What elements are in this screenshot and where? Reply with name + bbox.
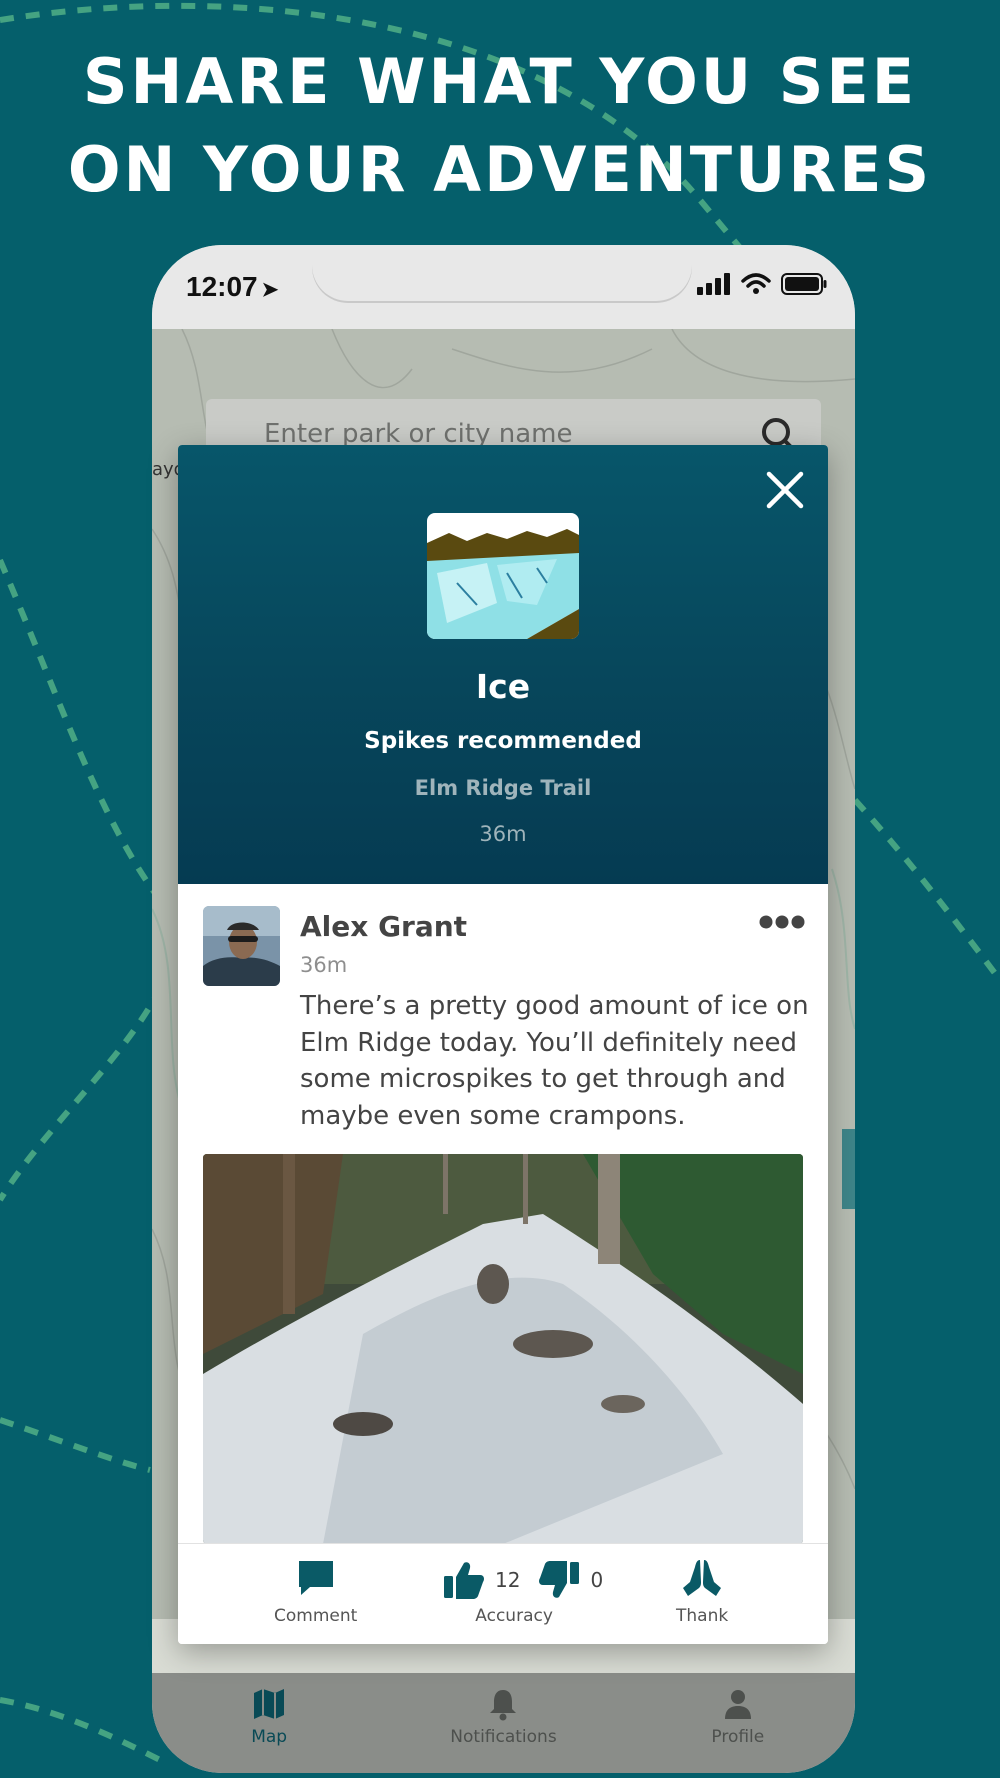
accuracy-label: Accuracy xyxy=(475,1606,553,1626)
thumbs-up-count: 12 xyxy=(495,1568,521,1592)
status-time-text: 12:07 xyxy=(186,271,258,302)
post-time: 36m xyxy=(300,953,348,977)
ice-condition-icon xyxy=(427,513,579,639)
post-action-bar: Comment 12 0 Accuracy Thank xyxy=(178,1543,828,1644)
thumbs-up-icon[interactable] xyxy=(443,1560,485,1600)
phone-notch xyxy=(312,245,692,301)
thumbs-down-count: 0 xyxy=(590,1568,604,1592)
tab-notifications-label: Notifications xyxy=(450,1727,557,1747)
tab-bar: Map Notifications Profile xyxy=(152,1673,855,1773)
accuracy-group: 12 0 Accuracy xyxy=(443,1558,615,1626)
condition-title: Ice xyxy=(475,667,531,706)
headline-line-2: ON YOUR ADVENTURES xyxy=(67,133,933,206)
post-author[interactable]: Alex Grant xyxy=(300,910,467,943)
close-icon xyxy=(766,471,804,509)
person-icon xyxy=(724,1690,751,1719)
thank-button[interactable]: Thank xyxy=(676,1558,728,1626)
thank-label: Thank xyxy=(676,1606,729,1626)
more-options-button[interactable] xyxy=(758,914,806,934)
location-arrow-icon: ➤ xyxy=(261,279,279,301)
close-button[interactable] xyxy=(764,469,806,511)
status-time: 12:07 ➤ xyxy=(186,271,278,303)
modal-header: Ice Spikes recommended Elm Ridge Trail 3… xyxy=(178,445,828,884)
battery-icon xyxy=(781,273,827,295)
comment-button[interactable]: Comment xyxy=(274,1558,357,1626)
headline-line-1: SHARE WHAT YOU SEE xyxy=(82,45,918,118)
map-icon xyxy=(254,1689,285,1719)
comment-label: Comment xyxy=(274,1606,358,1626)
post-text: There’s a pretty good amount of ice on E… xyxy=(300,991,809,1131)
condition-time: 36m xyxy=(479,822,527,846)
tab-profile[interactable]: Profile xyxy=(638,1673,838,1773)
tab-map-label: Map xyxy=(251,1727,288,1747)
avatar[interactable] xyxy=(203,906,280,986)
tab-notifications[interactable]: Notifications xyxy=(403,1673,603,1773)
condition-report-modal: Ice Spikes recommended Elm Ridge Trail 3… xyxy=(178,445,828,1644)
post-photo[interactable] xyxy=(203,1154,803,1544)
signal-icon xyxy=(697,273,730,295)
praying-hands-icon xyxy=(683,1560,722,1596)
tab-profile-label: Profile xyxy=(711,1727,765,1747)
more-icon xyxy=(759,915,805,929)
comment-icon xyxy=(298,1561,333,1595)
bell-icon xyxy=(490,1690,517,1721)
headline: SHARE WHAT YOU SEE ON YOUR ADVENTURES xyxy=(0,38,1000,214)
status-icons xyxy=(697,273,827,295)
tab-map[interactable]: Map xyxy=(169,1673,369,1773)
thumbs-down-icon[interactable] xyxy=(538,1560,580,1600)
condition-subtitle: Spikes recommended xyxy=(364,728,642,754)
trail-name[interactable]: Elm Ridge Trail xyxy=(178,776,828,800)
wifi-icon xyxy=(741,273,771,294)
